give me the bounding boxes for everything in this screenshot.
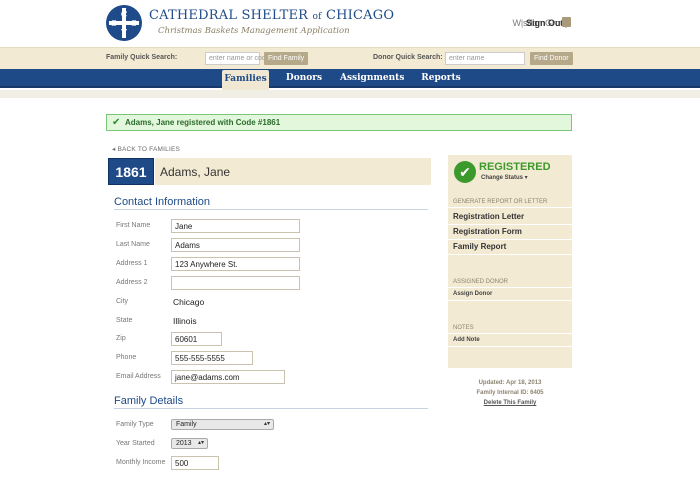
city-value: Chicago bbox=[173, 297, 205, 307]
success-message-text: Adams, Jane registered with Code #1861 bbox=[125, 118, 281, 127]
status-panel: ✔ REGISTERED Change Status ▾ GENERATE RE… bbox=[448, 155, 572, 368]
last-name-label: Last Name bbox=[116, 241, 150, 248]
assigned-donor-heading: ASSIGNED DONOR bbox=[453, 279, 509, 285]
logo-icon[interactable]: C S S T bbox=[106, 5, 142, 41]
address1-label: Address 1 bbox=[116, 260, 148, 267]
zip-label: Zip bbox=[116, 335, 126, 342]
header-separator: | bbox=[521, 18, 524, 28]
family-name: Adams, Jane bbox=[160, 165, 231, 179]
email-label: Email Address bbox=[116, 373, 161, 380]
family-search-input[interactable]: enter name or code bbox=[205, 52, 270, 65]
app-subtitle: Christmas Baskets Management Application bbox=[158, 26, 350, 36]
title-of: of bbox=[312, 12, 322, 22]
tab-assignments[interactable]: Assignments bbox=[340, 69, 404, 88]
contact-section-title: Contact Information bbox=[114, 196, 210, 208]
state-label: State bbox=[116, 317, 133, 324]
year-started-value: 2013 bbox=[176, 440, 192, 447]
assign-donor-link[interactable]: Assign Donor bbox=[453, 291, 492, 297]
state-value: Illinois bbox=[173, 316, 197, 326]
main-nav: Families Donors Assignments Reports bbox=[0, 69, 700, 90]
section-divider bbox=[114, 408, 428, 409]
success-message: ✔ Adams, Jane registered with Code #1861 bbox=[106, 114, 572, 131]
family-type-value: Family bbox=[176, 421, 197, 428]
internal-id: Family Internal ID: 6405 bbox=[476, 390, 544, 396]
app-header: C S S T CATHEDRAL SHELTER of CHICAGO Chr… bbox=[0, 0, 700, 47]
notes-heading: NOTES bbox=[453, 325, 474, 331]
add-note-link[interactable]: Add Note bbox=[453, 337, 480, 343]
family-report-link[interactable]: Family Report bbox=[453, 242, 506, 251]
details-section-title: Family Details bbox=[114, 395, 184, 407]
city-label: City bbox=[116, 298, 129, 305]
address2-label: Address 2 bbox=[116, 279, 148, 286]
donor-search-input[interactable]: enter name bbox=[445, 52, 525, 65]
quick-search-bar: Family Quick Search: enter name or code … bbox=[0, 47, 700, 69]
check-circle-icon: ✔ bbox=[454, 161, 476, 183]
logo-letter: S bbox=[131, 18, 137, 28]
sign-out-link[interactable]: Sign Out bbox=[526, 18, 564, 28]
tab-families[interactable]: Families bbox=[222, 70, 269, 90]
year-started-label: Year Started bbox=[116, 440, 155, 447]
find-donor-button[interactable]: Find Donor bbox=[530, 52, 573, 65]
back-to-families-link[interactable]: ◂ BACK TO FAMILIES bbox=[112, 145, 180, 153]
family-type-select[interactable]: Family ▴▾ bbox=[171, 419, 274, 430]
select-arrows-icon: ▴▾ bbox=[263, 421, 270, 427]
section-divider bbox=[114, 209, 428, 210]
address1-field[interactable]: 123 Anywhere St. bbox=[171, 257, 300, 271]
tab-donors[interactable]: Donors bbox=[284, 69, 324, 88]
title-city: CHICAGO bbox=[325, 8, 395, 23]
phone-label: Phone bbox=[116, 354, 137, 361]
first-name-field[interactable]: Jane bbox=[171, 219, 300, 233]
sign-out-icon[interactable] bbox=[562, 17, 571, 27]
monthly-income-field[interactable]: 500 bbox=[171, 456, 219, 470]
family-type-label: Family Type bbox=[116, 421, 154, 428]
checkmark-icon: ✔ bbox=[112, 117, 121, 128]
updated-date: Updated: Apr 18, 2013 bbox=[478, 380, 542, 386]
zip-field[interactable]: 60601 bbox=[171, 332, 222, 346]
first-name-label: First Name bbox=[116, 222, 151, 229]
logo-letter: C bbox=[120, 9, 128, 19]
change-status-dropdown[interactable]: Change Status ▾ bbox=[481, 174, 528, 181]
select-arrows-icon: ▴▾ bbox=[197, 440, 204, 446]
phone-field[interactable]: 555-555-5555 bbox=[171, 351, 253, 365]
email-field[interactable]: jane@adams.com bbox=[171, 370, 285, 384]
address2-field[interactable] bbox=[171, 276, 300, 290]
delete-family-link[interactable]: Delete This Family bbox=[448, 400, 572, 406]
nav-shadow bbox=[0, 90, 700, 98]
logo-letter: S bbox=[111, 18, 117, 28]
monthly-income-label: Monthly Income bbox=[116, 459, 166, 466]
registration-letter-link[interactable]: Registration Letter bbox=[453, 212, 524, 221]
report-heading: GENERATE REPORT OR LETTER bbox=[453, 199, 548, 205]
family-name-bar: Adams, Jane bbox=[155, 158, 431, 185]
family-search-label: Family Quick Search: bbox=[106, 54, 178, 61]
status-label: REGISTERED bbox=[479, 161, 551, 173]
title-main: CATHEDRAL SHELTER bbox=[149, 8, 309, 23]
last-name-field[interactable]: Adams bbox=[171, 238, 300, 252]
donor-search-label: Donor Quick Search: bbox=[373, 54, 443, 61]
family-code: 1861 bbox=[108, 158, 154, 185]
logo-letter: T bbox=[121, 27, 127, 37]
find-family-button[interactable]: Find Family bbox=[264, 52, 309, 65]
app-title: CATHEDRAL SHELTER of CHICAGO bbox=[149, 8, 394, 23]
year-started-select[interactable]: 2013 ▴▾ bbox=[171, 438, 208, 449]
registration-form-link[interactable]: Registration Form bbox=[453, 227, 522, 236]
tab-reports[interactable]: Reports bbox=[420, 69, 462, 88]
